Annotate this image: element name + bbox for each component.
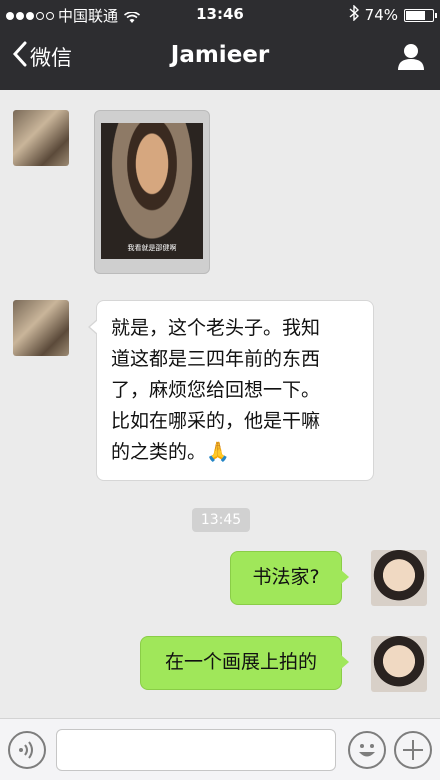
input-bar — [0, 718, 440, 780]
back-label: 微信 — [30, 46, 72, 70]
emoji-icon[interactable] — [348, 731, 386, 769]
time-divider: 13:45 — [192, 508, 250, 532]
battery-percent: 74% — [364, 6, 398, 24]
battery-icon — [404, 8, 437, 22]
bluetooth-icon — [349, 4, 359, 25]
image-caption: 我看就是邵健啊 — [127, 244, 177, 252]
top-bar: 中国联通 13:46 74% 微信 Jamieer — [0, 0, 440, 90]
contact-avatar[interactable] — [13, 300, 69, 356]
outgoing-text-bubble[interactable]: 在一个画展上拍的 — [140, 636, 349, 690]
contact-avatar[interactable] — [13, 110, 69, 166]
plus-icon[interactable] — [394, 731, 432, 769]
back-button[interactable]: 微信 — [12, 41, 72, 73]
message-line: 道这都是三四年前的东西 — [111, 348, 321, 370]
message-line: 了，麻烦您给回想一下。 — [111, 379, 321, 401]
voice-icon[interactable] — [8, 731, 46, 769]
message-input[interactable] — [56, 729, 336, 771]
outgoing-text-bubble[interactable]: 书法家? — [230, 551, 349, 605]
message-line: 的之类的。🙏 — [111, 441, 230, 463]
incoming-text-bubble[interactable]: 就是，这个老头子。我知 道这都是三四年前的东西 了，麻烦您给回想一下。 比如在哪… — [88, 300, 374, 481]
message-line: 就是，这个老头子。我知 — [111, 317, 321, 339]
nav-bar: 微信 Jamieer — [0, 28, 440, 90]
battery-fill — [406, 10, 426, 20]
chevron-left-icon — [12, 41, 28, 73]
photo-content — [101, 123, 203, 259]
person-icon[interactable] — [396, 42, 426, 72]
image-message[interactable]: 我看就是邵健啊 — [94, 110, 210, 274]
my-avatar[interactable] — [371, 550, 427, 606]
status-right: 74% — [349, 4, 437, 25]
status-bar: 中国联通 13:46 74% — [0, 0, 440, 28]
message-line: 比如在哪采的，他是干嘛 — [111, 410, 321, 432]
my-avatar[interactable] — [371, 636, 427, 692]
chat-area[interactable]: 我看就是邵健啊 就是，这个老头子。我知 道这都是三四年前的东西 了，麻烦您给回想… — [0, 90, 440, 718]
